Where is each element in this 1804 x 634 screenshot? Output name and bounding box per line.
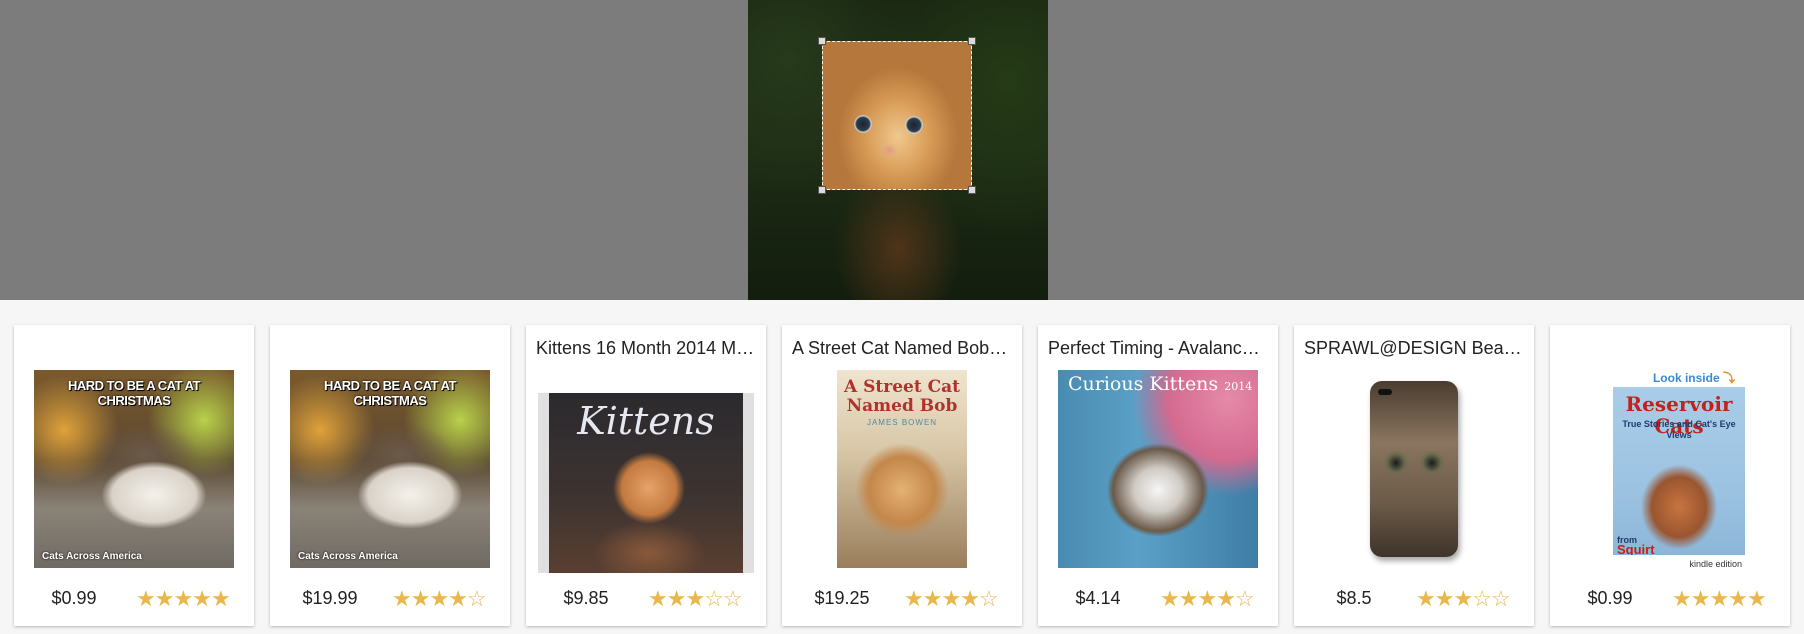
product-price: $19.99 (302, 588, 358, 608)
star-filled-icon: ★ (1434, 586, 1455, 611)
star-empty-icon: ☆ (704, 586, 724, 611)
product-title: Perfect Timing - Avalanc… (1048, 338, 1260, 358)
star-filled-icon: ★ (922, 586, 943, 611)
star-empty-icon: ☆ (1490, 586, 1511, 611)
star-filled-icon: ★ (1416, 586, 1436, 611)
product-title: SPRAWL@DESIGN Bea… (1304, 338, 1522, 358)
star-filled-icon: ★ (1672, 586, 1692, 611)
camera-icon (1378, 389, 1392, 395)
star-filled-icon: ★ (136, 586, 156, 611)
star-rating: ★★★☆☆ (648, 586, 743, 612)
query-panel (0, 0, 1804, 300)
product-price: $19.25 (814, 588, 870, 608)
star-filled-icon: ★ (685, 586, 705, 611)
star-filled-icon: ★ (1160, 586, 1180, 611)
star-filled-icon: ★ (429, 586, 449, 611)
crop-handle-top-left[interactable] (818, 37, 826, 45)
product-card[interactable]: HARD TO BE A CAT AT CHRISTMAS Cats Acros… (270, 325, 510, 626)
product-price: $4.14 (1075, 588, 1121, 608)
phone-case-image (1370, 381, 1458, 557)
star-empty-icon: ☆ (466, 586, 487, 611)
product-image[interactable] (1294, 369, 1534, 569)
star-filled-icon: ★ (1453, 586, 1473, 611)
star-filled-icon: ★ (648, 586, 668, 611)
star-filled-icon: ★ (210, 586, 231, 611)
image-author: Squirt (1617, 542, 1655, 555)
image-subtitle: True Stories and Cat's Eye Views (1622, 419, 1736, 440)
query-image (748, 0, 1048, 300)
product-image[interactable]: Curious Kittens 2014 (1038, 369, 1278, 569)
star-empty-icon: ☆ (722, 586, 743, 611)
image-caption: HARD TO BE A CAT AT CHRISTMAS (67, 378, 201, 408)
star-filled-icon: ★ (173, 586, 193, 611)
image-caption: HARD TO BE A CAT AT CHRISTMAS (323, 378, 457, 408)
image-title: Kittens (577, 399, 715, 443)
image-footer: Cats Across America (298, 551, 398, 562)
star-rating: ★★★★★ (1672, 586, 1767, 612)
product-image[interactable]: Look inside ⤵ Reservoir Cats True Storie… (1550, 369, 1790, 569)
results-row: HARD TO BE A CAT AT CHRISTMAS Cats Acros… (14, 325, 1790, 626)
star-filled-icon: ★ (392, 586, 412, 611)
star-filled-icon: ★ (1728, 586, 1748, 611)
image-title: A Street Cat Named Bob (844, 377, 960, 416)
product-image[interactable]: A Street Cat Named Bob JAMES BOWEN (782, 369, 1022, 569)
product-card[interactable]: Look inside ⤵ Reservoir Cats True Storie… (1550, 325, 1790, 626)
look-inside-badge: Look inside ⤵ (1652, 371, 1735, 385)
crop-handle-bottom-left[interactable] (818, 186, 826, 194)
product-card[interactable]: A Street Cat Named Bob… A Street Cat Nam… (782, 325, 1022, 626)
crop-selection-box[interactable] (818, 37, 976, 194)
calendar-cover-image: Curious Kittens 2014 (1058, 370, 1258, 568)
book-cover-image: Look inside ⤵ Reservoir Cats True Storie… (1595, 369, 1745, 569)
product-card[interactable]: SPRAWL@DESIGN Bea… $8.5 ★★★☆☆ (1294, 325, 1534, 626)
star-filled-icon: ★ (904, 586, 924, 611)
star-filled-icon: ★ (960, 586, 980, 611)
star-filled-icon: ★ (1746, 586, 1767, 611)
star-filled-icon: ★ (941, 586, 961, 611)
product-card[interactable]: Perfect Timing - Avalanc… Curious Kitten… (1038, 325, 1278, 626)
crop-handle-bottom-right[interactable] (968, 186, 976, 194)
product-image[interactable]: HARD TO BE A CAT AT CHRISTMAS Cats Acros… (14, 369, 254, 569)
star-filled-icon: ★ (666, 586, 687, 611)
image-footer: Cats Across America (42, 551, 142, 562)
star-empty-icon: ☆ (1472, 586, 1492, 611)
star-rating: ★★★★☆ (1160, 586, 1255, 612)
star-filled-icon: ★ (192, 586, 212, 611)
star-filled-icon: ★ (1216, 586, 1236, 611)
crop-handle-top-right[interactable] (968, 37, 976, 45)
star-filled-icon: ★ (1709, 586, 1729, 611)
star-filled-icon: ★ (1690, 586, 1711, 611)
product-image[interactable]: HARD TO BE A CAT AT CHRISTMAS Cats Acros… (270, 369, 510, 569)
product-card[interactable]: Kittens 16 Month 2014 M… Kittens $9.85 ★… (526, 325, 766, 626)
kindle-badge: kindle edition (1686, 559, 1745, 569)
image-author: JAMES BOWEN (866, 418, 938, 427)
kittens-calendar-image: Kittens (538, 393, 754, 573)
star-rating: ★★★★☆ (392, 586, 487, 612)
star-rating: ★★★★☆ (904, 586, 999, 612)
grumpy-cat-image: HARD TO BE A CAT AT CHRISTMAS Cats Acros… (34, 370, 234, 568)
product-title: A Street Cat Named Bob… (792, 338, 1008, 358)
product-price: $0.99 (51, 588, 97, 608)
book-cover-image: A Street Cat Named Bob JAMES BOWEN (837, 370, 967, 568)
image-title: Curious Kittens 2014 (1068, 373, 1253, 395)
product-price: $0.99 (1587, 588, 1633, 608)
product-price: $9.85 (563, 588, 609, 608)
star-empty-icon: ☆ (1234, 586, 1255, 611)
grumpy-cat-image: HARD TO BE A CAT AT CHRISTMAS Cats Acros… (290, 370, 490, 568)
star-filled-icon: ★ (448, 586, 468, 611)
product-image[interactable]: Kittens (526, 393, 766, 573)
star-rating: ★★★☆☆ (1416, 586, 1511, 612)
star-filled-icon: ★ (410, 586, 431, 611)
product-price: $8.5 (1336, 588, 1372, 608)
product-title: Kittens 16 Month 2014 M… (536, 338, 755, 358)
star-empty-icon: ☆ (978, 586, 999, 611)
product-card[interactable]: HARD TO BE A CAT AT CHRISTMAS Cats Acros… (14, 325, 254, 626)
star-rating: ★★★★★ (136, 586, 231, 612)
star-filled-icon: ★ (154, 586, 175, 611)
star-filled-icon: ★ (1197, 586, 1217, 611)
star-filled-icon: ★ (1178, 586, 1199, 611)
